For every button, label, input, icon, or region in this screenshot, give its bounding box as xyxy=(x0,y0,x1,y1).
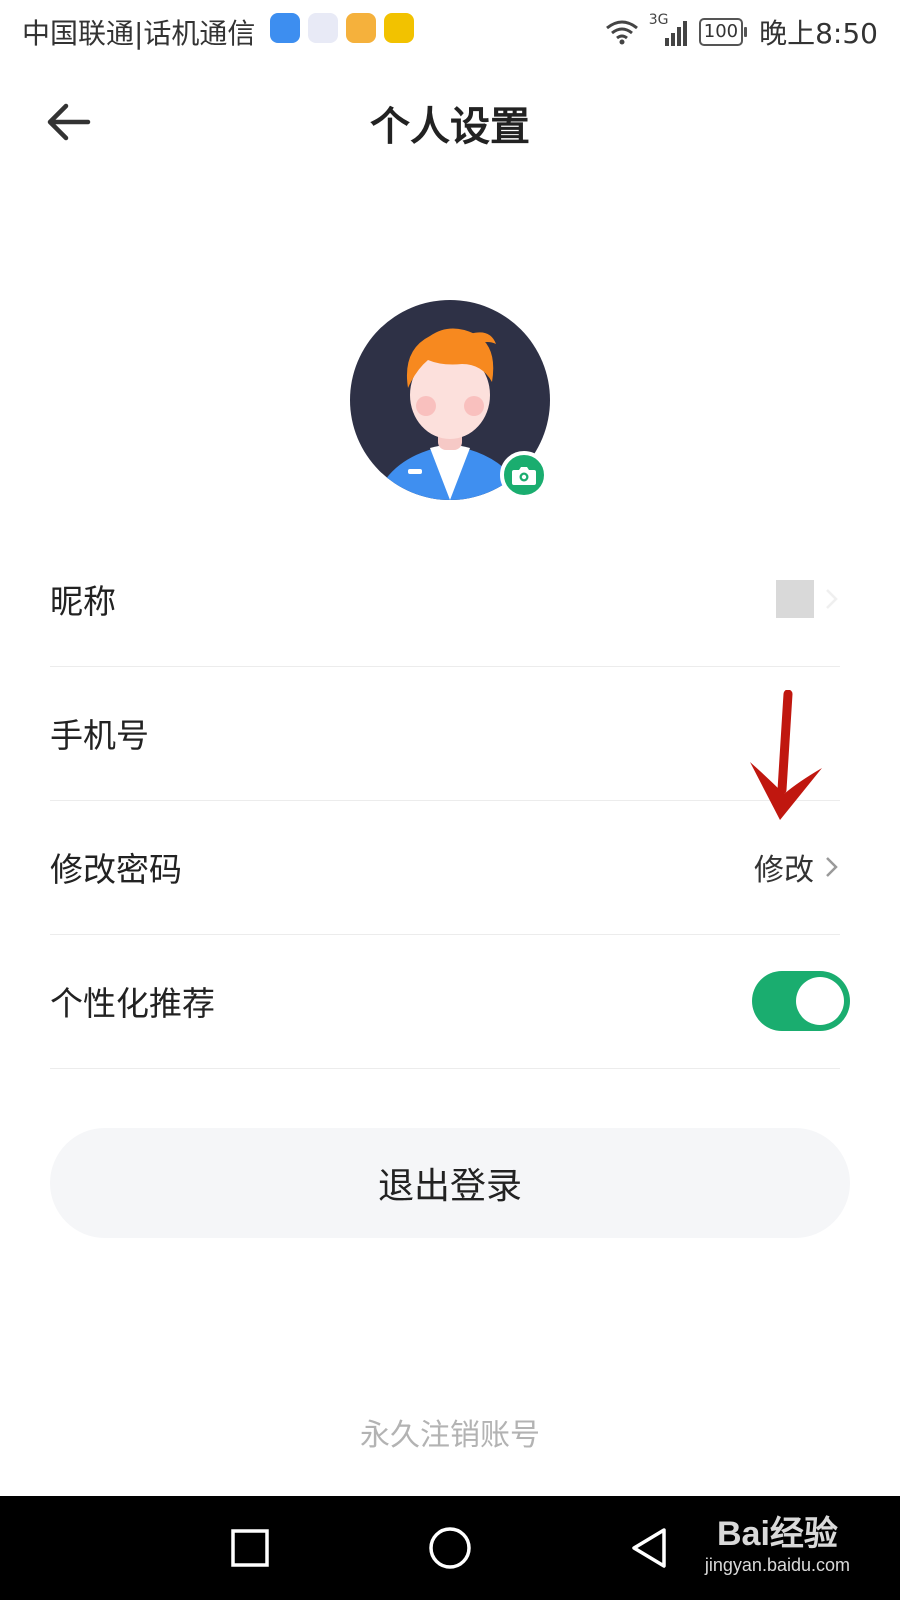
change-password-action[interactable]: 修改 xyxy=(754,845,840,889)
status-right: 3G 100 晚上8:50 xyxy=(605,12,878,52)
delete-account-link[interactable]: 永久注销账号 xyxy=(0,1410,900,1454)
status-bar: 中国联通|话机通信 3G 100 晚上8:50 xyxy=(0,0,900,64)
change-avatar-button[interactable] xyxy=(500,451,548,499)
chevron-right-icon xyxy=(826,589,838,609)
toggle-knob xyxy=(796,977,844,1025)
page-title: 个人设置 xyxy=(370,104,530,150)
triangle-back-icon xyxy=(632,1528,666,1568)
change-password-label: 修改密码 xyxy=(50,850,182,889)
signal-icon: 3G xyxy=(649,12,689,46)
status-app-icons xyxy=(270,13,414,43)
circle-home-icon xyxy=(429,1527,471,1569)
baidu-jingyan-watermark: Bai经验 jingyan.baidu.com xyxy=(705,1506,850,1576)
personalized-recommend-label: 个性化推荐 xyxy=(50,984,215,1023)
watermark-logo: Bai经验 xyxy=(716,1515,838,1553)
nickname-value xyxy=(776,580,840,618)
wifi-icon xyxy=(605,20,638,45)
personalized-recommend-toggle[interactable] xyxy=(752,971,850,1031)
phone-row[interactable]: 手机号 xyxy=(50,666,840,801)
home-button[interactable] xyxy=(420,1518,480,1578)
personalized-recommend-row: 个性化推荐 xyxy=(50,934,850,1069)
nickname-label: 昵称 xyxy=(50,582,116,621)
chevron-right-icon xyxy=(826,857,838,877)
camera-icon xyxy=(512,467,536,485)
system-nav-bar: Bai经验 jingyan.baidu.com xyxy=(0,1496,900,1600)
battery-icon: 100 xyxy=(698,18,748,46)
watermark-url: jingyan.baidu.com xyxy=(704,1555,850,1575)
clock: 晚上8:50 xyxy=(759,17,878,50)
recents-button[interactable] xyxy=(220,1518,280,1578)
system-back-button[interactable] xyxy=(620,1518,680,1578)
nickname-placeholder xyxy=(776,580,814,618)
nickname-row[interactable]: 昵称 xyxy=(50,532,840,667)
carrier-name: 中国联通|话机通信 xyxy=(22,17,256,50)
logout-button[interactable]: 退出登录 xyxy=(50,1128,850,1238)
quiz-app-icon xyxy=(384,13,414,43)
box-app-icon xyxy=(346,13,376,43)
robot-app-icon xyxy=(308,13,338,43)
phone-label: 手机号 xyxy=(50,716,149,755)
annotation-arrow xyxy=(750,690,822,820)
square-recents-icon xyxy=(231,1529,269,1567)
bulb-app-icon xyxy=(270,13,300,43)
change-password-action-label: 修改 xyxy=(754,853,814,888)
change-password-row[interactable]: 修改密码 修改 xyxy=(50,800,840,935)
